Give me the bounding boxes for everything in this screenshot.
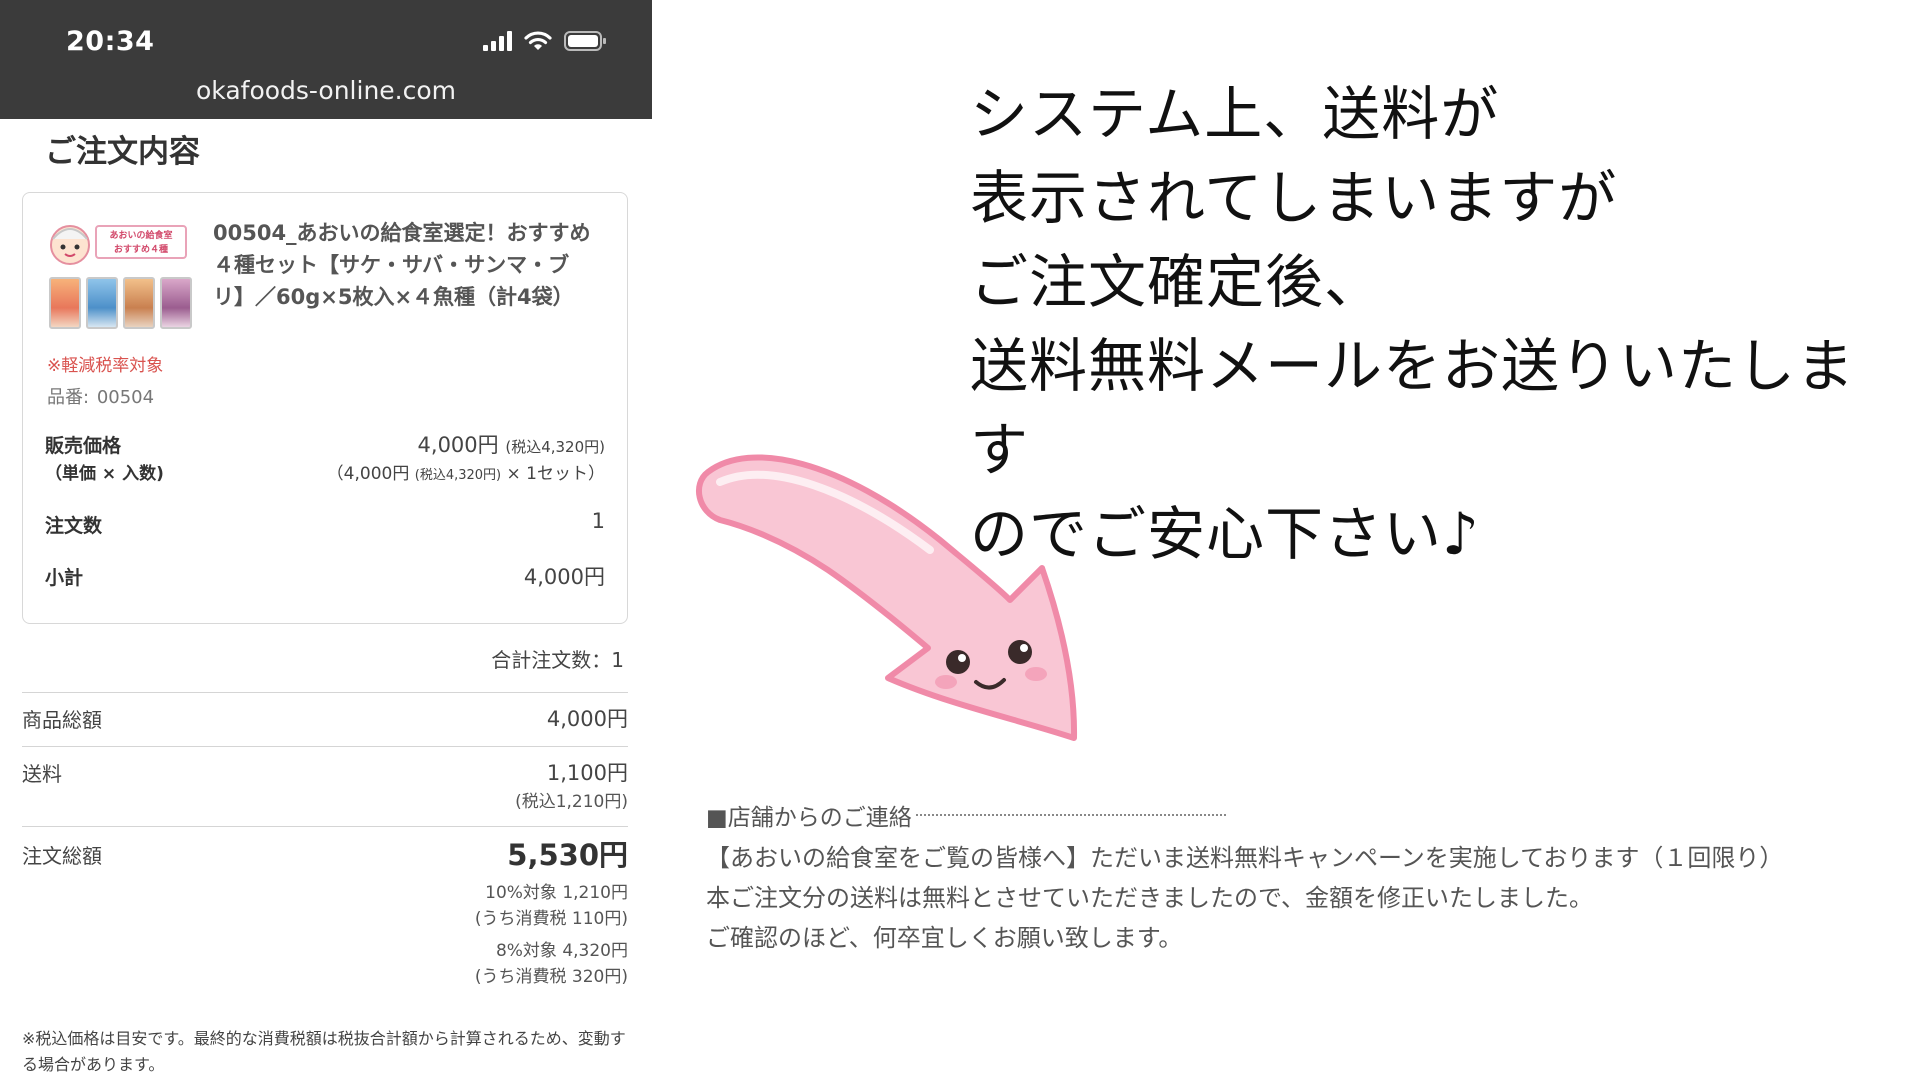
- divider: [22, 746, 628, 747]
- order-item-card: あおいの給食室 おすすめ４種 00504_あおいの給食室選定！おすすめ４種セット【…: [22, 192, 628, 624]
- shipping-notice: システム上、送料が 表示されてしまいますが ご注文確定後、 送料無料メールをお送…: [970, 72, 1910, 576]
- shipping-value: 1,100円: [546, 761, 628, 785]
- price-label: 販売価格: [45, 435, 122, 457]
- store-message: ■店舗からのご連絡 【あおいの給食室をご覧の皆様へ】ただいま送料無料キャンペーン…: [706, 798, 1916, 958]
- notice-line: のでご安心下さい♪: [970, 500, 1481, 568]
- product-thumbnail-label: あおいの給食室 おすすめ４種: [95, 225, 187, 259]
- address-bar-url[interactable]: okafoods-online.com: [0, 76, 652, 105]
- quantity-label: 注文数: [45, 515, 103, 537]
- product-name[interactable]: 00504_あおいの給食室選定！おすすめ４種セット【サケ・サバ・サンマ・ブリ】／…: [213, 217, 593, 313]
- tax-8-target: 8%対象 4,320円: [495, 941, 628, 961]
- store-message-line: 本ご注文分の送料は無料とさせていただきましたので、金額を修正いたしました。: [706, 884, 1594, 912]
- total-order-count: 合計注文数：1: [491, 648, 624, 672]
- smiling-arrow-icon: [696, 454, 1078, 741]
- order-title: ご注文内容: [45, 134, 200, 170]
- phone-screenshot: 20:34 okafoods-online.com ご注文内容 あおいの給食室 …: [0, 0, 652, 1080]
- store-message-heading-text: ■店舗からのご連絡: [706, 805, 912, 831]
- cellular-signal-icon: [483, 31, 512, 51]
- reduced-tax-note: ※軽減税率対象: [47, 356, 164, 376]
- notice-line: 送料無料メールをお送りいたします: [970, 332, 1856, 484]
- order-total-label: 注文総額: [22, 844, 102, 868]
- notice-line: 表示されてしまいますが: [970, 164, 1618, 232]
- wifi-icon: [524, 31, 552, 50]
- product-packs: [49, 277, 192, 329]
- goods-total-value: 4,000円: [546, 707, 628, 731]
- shipping-tax-included: (税込1,210円): [515, 792, 628, 812]
- unit-price: （4,000円: [326, 464, 410, 484]
- shipping-label: 送料: [22, 762, 62, 786]
- mascot-face-icon: [50, 225, 90, 265]
- status-bar: 20:34 okafoods-online.com: [0, 0, 652, 119]
- store-message-line: ご確認のほど、何卒宜しくお願い致します。: [706, 924, 1183, 952]
- unit-breakdown: （4,000円 (税込4,320円) × 1セット）: [327, 459, 605, 484]
- subtotal-value: 4,000円: [523, 565, 605, 589]
- unit-tax-included: (税込4,320円): [414, 468, 502, 483]
- dashed-divider: [915, 814, 1226, 816]
- store-message-heading: ■店舗からのご連絡: [706, 798, 1916, 832]
- price-amount: 4,000円: [417, 433, 499, 457]
- order-total-value: 5,530円: [507, 838, 628, 872]
- sku-label: 品番:: [47, 387, 90, 408]
- store-message-line: 【あおいの給食室をご覧の皆様へ】ただいま送料無料キャンペーンを実施しております（…: [706, 844, 1784, 872]
- quantity-value: 1: [591, 509, 605, 533]
- product-sku: 品番: 00504: [47, 383, 154, 409]
- notice-line: システム上、送料が: [970, 80, 1500, 148]
- tax-footnote: ※税込価格は目安です。最終的な消費税額は税抜合計額から計算されるため、変動する場…: [22, 1029, 626, 1074]
- unit-quantity: × 1セット）: [506, 464, 605, 484]
- goods-total-label: 商品総額: [22, 708, 102, 732]
- product-thumbnail[interactable]: あおいの給食室 おすすめ４種: [47, 221, 193, 331]
- price-value: 4,000円 (税込4,320円): [418, 429, 605, 459]
- status-icons: [483, 30, 608, 52]
- battery-icon: [564, 31, 606, 51]
- status-time: 20:34: [66, 26, 155, 57]
- tax-10-target: 10%対象 1,210円: [485, 883, 628, 903]
- tax-8-inner: (うち消費税 320円): [474, 967, 628, 987]
- subtotal-label: 小計: [45, 567, 84, 589]
- price-sub-label: （単価 × 入数): [45, 464, 164, 484]
- divider: [22, 692, 628, 693]
- tax-10-inner: (うち消費税 110円): [474, 909, 628, 929]
- divider: [22, 826, 628, 827]
- sku-value: 00504: [96, 387, 155, 408]
- price-tax-included: (税込4,320円): [505, 438, 605, 456]
- notice-line: ご注文確定後、: [970, 248, 1384, 316]
